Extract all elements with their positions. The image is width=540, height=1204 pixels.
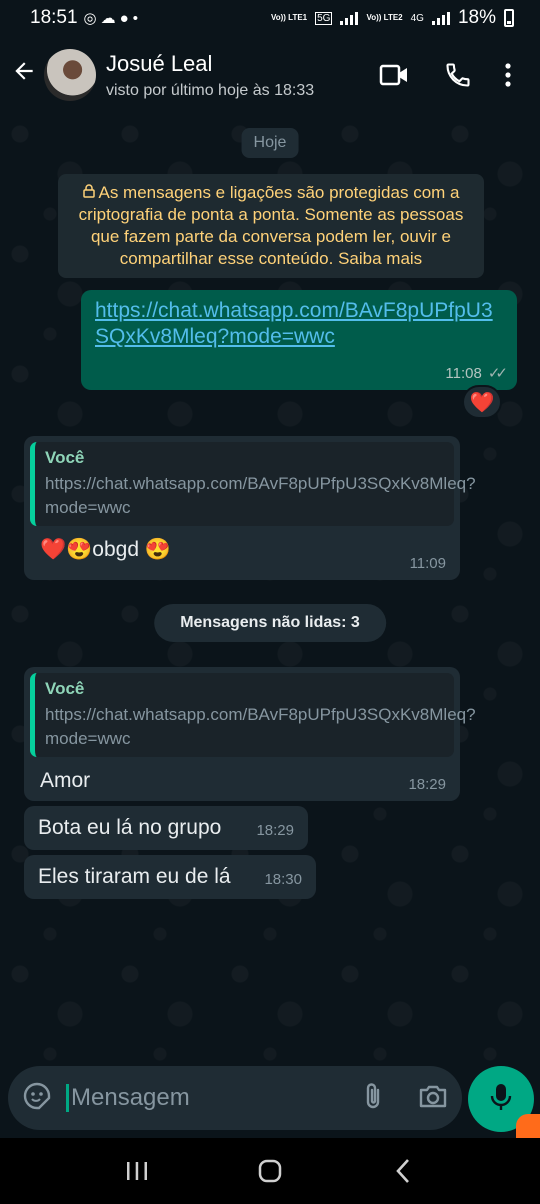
floating-app-badge-icon[interactable] — [516, 1114, 540, 1138]
recents-icon[interactable] — [107, 1151, 167, 1191]
message-bubble-incoming[interactable]: Você https://chat.whatsapp.com/BAvF8pUPf… — [24, 667, 476, 801]
weather-notification-icon: ☁ — [100, 10, 116, 27]
message-bubble-incoming[interactable]: Eles tiraram eu de lá 18:30 — [24, 855, 316, 899]
more-options-icon[interactable] — [490, 51, 526, 99]
notification-icons: ◎ ☁ ● • — [83, 9, 138, 28]
whatsapp-notification-icon: ◎ — [83, 10, 97, 27]
sim2-indicator: Vo)) LTE2 — [366, 13, 403, 22]
message-time: 18:29 — [256, 822, 294, 839]
mic-icon — [490, 1082, 512, 1117]
quote-text: https://chat.whatsapp.com/BAvF8pUPfpU3SQ… — [45, 705, 476, 748]
sim1-indicator: Vo)) LTE1 — [270, 13, 308, 22]
status-time: 18:51 — [30, 7, 78, 28]
message-bubble-incoming[interactable]: Você https://chat.whatsapp.com/BAvF8pUPf… — [24, 436, 476, 580]
avatar[interactable] — [44, 49, 96, 101]
signal-icon — [340, 11, 359, 25]
message-time: 11:09 — [409, 555, 446, 572]
signal-icon-2 — [431, 11, 450, 25]
heart-icon: ❤️ — [469, 391, 495, 414]
message-meta: 11:08 ✓✓ — [445, 364, 508, 383]
read-ticks-icon: ✓✓ — [487, 365, 508, 382]
message-text: Eles tiraram eu de lá — [38, 865, 231, 888]
video-call-icon[interactable] — [362, 51, 426, 99]
message-text: Bota eu lá no grupo — [38, 816, 222, 839]
message-text: ❤️😍obgd 😍 — [40, 538, 171, 561]
phone-icon[interactable] — [426, 51, 490, 99]
message-meta: 18:29 — [408, 776, 446, 793]
message-time: 11:08 — [445, 364, 482, 382]
message-meta: 11:09 — [410, 555, 446, 572]
attach-icon[interactable] — [362, 1081, 384, 1116]
more-notifications-icon: • — [132, 9, 138, 27]
message-time: 18:30 — [264, 871, 302, 888]
sim2-network-type: 4G — [410, 12, 424, 24]
system-nav-bar — [0, 1138, 540, 1204]
battery-percent: 18% — [457, 7, 496, 28]
chat-header: Josué Leal visto por último hoje às 18:3… — [0, 36, 540, 114]
encryption-text: As mensagens e ligações são protegidas c… — [78, 183, 464, 268]
unread-divider: Mensagens não lidas: 3 — [154, 604, 386, 642]
chat-notification-icon: ● — [119, 9, 129, 27]
quoted-message[interactable]: Você https://chat.whatsapp.com/BAvF8pUPf… — [30, 673, 476, 757]
sticker-icon[interactable] — [22, 1081, 52, 1116]
back-nav-icon[interactable] — [373, 1151, 433, 1191]
status-bar: 18:51 ◎ ☁ ● • Vo)) LTE1 5G Vo)) LTE2 4G … — [0, 0, 540, 36]
contact-name: Josué Leal — [106, 50, 213, 76]
quote-text: https://chat.whatsapp.com/BAvF8pUPfpU3SQ… — [45, 474, 476, 517]
message-composer[interactable]: Mensagem — [8, 1066, 462, 1130]
message-time: 18:29 — [408, 776, 446, 793]
chat-area[interactable]: Hoje As mensagens e ligações são protegi… — [0, 114, 540, 1064]
message-input[interactable]: Mensagem — [66, 1084, 190, 1112]
quote-author: Você — [45, 448, 85, 467]
camera-icon[interactable] — [418, 1083, 448, 1114]
quote-author: Você — [45, 679, 85, 698]
message-meta: 18:30 — [264, 871, 302, 888]
date-chip: Hoje — [241, 128, 299, 158]
back-arrow-icon[interactable] — [4, 58, 44, 92]
message-text: Amor — [40, 769, 91, 792]
contact-info[interactable]: Josué Leal visto por último hoje às 18:3… — [106, 51, 314, 100]
home-icon[interactable] — [240, 1151, 300, 1191]
message-bubble-outgoing[interactable]: https://chat.whatsapp.com/BAvF8pUPfpU3SQ… — [81, 290, 517, 390]
last-seen: visto por último hoje às 18:33 — [106, 81, 315, 99]
sim1-network-type: 5G — [315, 11, 333, 25]
message-meta: 18:29 — [256, 822, 294, 839]
reaction-badge[interactable]: ❤️ — [462, 385, 502, 419]
message-link[interactable]: https://chat.whatsapp.com/BAvF8pUPfpU3SQ… — [95, 298, 503, 350]
battery-icon — [504, 9, 514, 27]
lock-icon — [82, 182, 95, 204]
quoted-message[interactable]: Você https://chat.whatsapp.com/BAvF8pUPf… — [30, 442, 476, 526]
encryption-notice[interactable]: As mensagens e ligações são protegidas c… — [58, 174, 484, 278]
message-bubble-incoming[interactable]: Bota eu lá no grupo 18:29 — [24, 806, 308, 850]
